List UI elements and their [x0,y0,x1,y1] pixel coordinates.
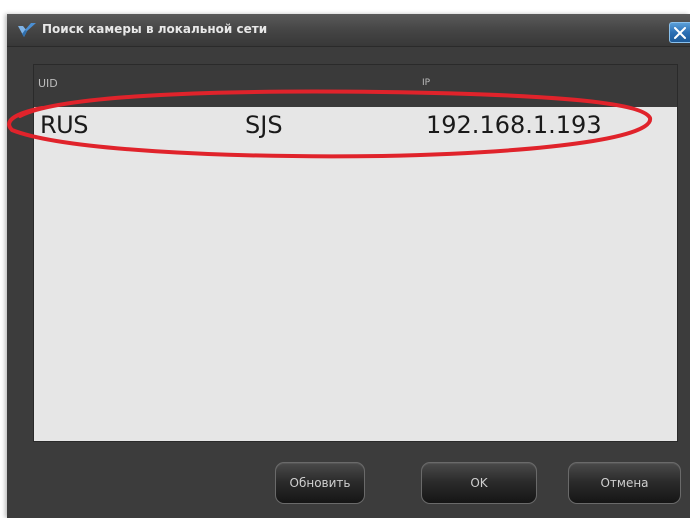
ip-cell: 192.168.1.193 [426,111,602,139]
list-header: UID IP [34,65,677,107]
column-header-uid[interactable]: UID [38,77,58,90]
v-logo-icon [18,23,36,37]
close-button[interactable] [669,22,690,43]
uid-cell-start: RUS [40,111,88,139]
camera-list[interactable]: UID IP RUS SJS 192.168.1.193 [33,64,678,442]
close-icon [674,27,686,39]
column-header-ip[interactable]: IP [422,78,430,88]
cancel-button[interactable]: Отмена [568,462,681,504]
title-bar[interactable]: Поиск камеры в локальной сети [7,14,690,47]
refresh-button[interactable]: Обновить [275,462,365,504]
camera-search-dialog: Поиск камеры в локальной сети UID IP RUS… [7,14,690,518]
uid-cell-end: SJS [245,111,283,139]
window-title: Поиск камеры в локальной сети [42,22,268,36]
table-row[interactable]: RUS SJS 192.168.1.193 [34,107,677,151]
ok-button[interactable]: OK [421,462,537,504]
